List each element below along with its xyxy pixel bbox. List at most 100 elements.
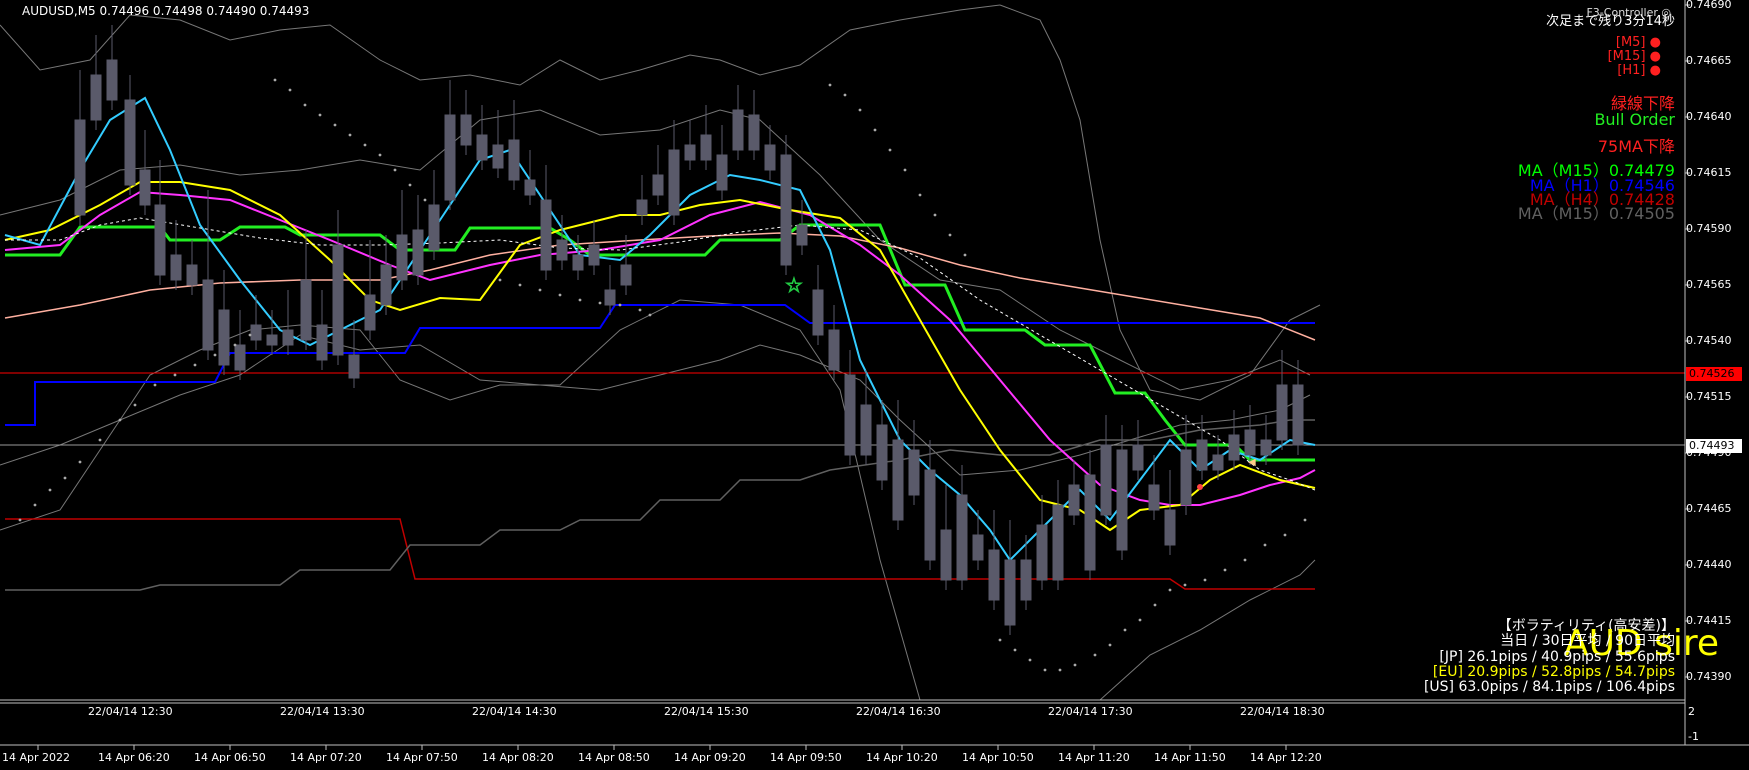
candle-body (170, 254, 182, 281)
signal-dot (1197, 484, 1203, 490)
sar-dot (288, 88, 292, 92)
sar-dot (1093, 653, 1097, 657)
price-axis-label: 0.74690 (1686, 0, 1732, 11)
candle-body (636, 199, 648, 216)
signal-bull-order: Bull Order (1594, 110, 1675, 129)
candle-body (748, 114, 760, 151)
candle-body (1116, 449, 1128, 551)
time-axis-top-label: 22/04/14 16:30 (856, 705, 941, 718)
sar-dot (1263, 543, 1267, 547)
candle-body (412, 229, 424, 276)
sar-dot (638, 308, 642, 312)
sar-dot (558, 293, 562, 297)
sar-dot (423, 198, 427, 202)
candle-body (139, 169, 151, 206)
lower-inner-band (0, 334, 1311, 476)
price-axis-label: 0.74665 (1686, 54, 1732, 67)
candle-body (556, 239, 568, 261)
price-axis-label: 0.74465 (1686, 502, 1732, 515)
candle-body (844, 374, 856, 456)
time-axis-top-label: 22/04/14 14:30 (472, 705, 557, 718)
candle-body (380, 264, 392, 306)
sar-dot (518, 283, 522, 287)
sar-dot (1303, 518, 1307, 522)
level-lines (0, 372, 1685, 446)
sar-dot (538, 288, 542, 292)
sar-dot (98, 438, 102, 442)
candle-body (684, 144, 696, 161)
candle-body (1036, 524, 1048, 581)
sar-dot (133, 403, 137, 407)
candle-body (300, 279, 312, 341)
sar-dot (828, 83, 832, 87)
candle-body (218, 309, 230, 366)
candle-body (956, 494, 968, 581)
candle-body (764, 144, 776, 171)
candle-body (1068, 484, 1080, 516)
candle-body (186, 264, 198, 286)
blue-h1-ma-line (5, 304, 1315, 426)
envelope-bands (0, 4, 1321, 701)
sar-dot (1108, 643, 1112, 647)
sar-dot (1203, 578, 1207, 582)
sar-dot (963, 253, 967, 257)
green-m15-ma-line (5, 223, 1315, 462)
candle-body (332, 244, 344, 356)
sar-dot (378, 153, 382, 157)
timeframe-m5: [M5] ● (1615, 35, 1661, 50)
volatility-header-row: 当日 / 30日平均 / 90日平均 (1500, 633, 1675, 649)
time-axis-top-label: 22/04/14 12:30 (88, 705, 173, 718)
candle-body (700, 134, 712, 161)
signal-icon-h1: ● (1649, 63, 1661, 78)
sar-dot (78, 460, 82, 464)
time-axis-bottom-label: 14 Apr 09:50 (770, 751, 842, 764)
axis-ticks (37, 4, 1690, 750)
candle-body (508, 139, 520, 181)
timeframe-m15: [M15] ● (1607, 49, 1661, 64)
candle-body (106, 59, 118, 101)
candle-body (90, 74, 102, 121)
sar-dot (1028, 658, 1032, 662)
bid-price-tag: 0.74493 (1686, 439, 1742, 453)
candle-body (1244, 429, 1256, 456)
arrow-left-icon: ◀ (1248, 457, 1256, 468)
candle-body (460, 114, 472, 146)
candle-body (396, 234, 408, 281)
time-axis-top-label: 22/04/14 15:30 (664, 705, 749, 718)
sar-dot (63, 476, 67, 480)
sar-dot (1073, 663, 1077, 667)
price-axis-label: 0.74415 (1686, 614, 1732, 627)
time-axis-bottom-label: 14 Apr 09:20 (674, 751, 746, 764)
sar-dot (843, 93, 847, 97)
sar-dot (318, 113, 322, 117)
time-axis-bottom-label: 14 Apr 06:50 (194, 751, 266, 764)
candle-body (492, 144, 504, 169)
candle-body (74, 119, 86, 216)
candle-body (1132, 444, 1144, 471)
time-axis-bottom-label: 14 Apr 11:50 (1154, 751, 1226, 764)
signal-icon-m15: ● (1649, 49, 1661, 64)
candle-body (620, 264, 632, 286)
ma-m15-gray: MA（M15）0.74505 (1517, 204, 1675, 223)
candle-body (1084, 474, 1096, 571)
sar-dot (273, 78, 277, 82)
candle-body (652, 174, 664, 196)
sar-dot (153, 383, 157, 387)
signal-75ma-down: 75MA下降 (1597, 137, 1675, 156)
sar-dot (1243, 558, 1247, 562)
sar-dot (33, 503, 37, 507)
candle-body (796, 224, 808, 246)
candle-body (716, 154, 728, 191)
sar-dot (213, 353, 217, 357)
time-axis-bottom-label: 14 Apr 2022 (2, 751, 71, 764)
signal-icon-m5: ● (1649, 35, 1661, 50)
sar-dot (948, 233, 952, 237)
sar-dot (858, 108, 862, 112)
candle-body (1292, 384, 1304, 446)
candle-body (266, 334, 278, 346)
candle-body (1148, 484, 1160, 511)
sar-dot (1123, 628, 1127, 632)
candle-body (780, 154, 792, 266)
candle-body (282, 329, 294, 346)
price-axis-label: 0.74615 (1686, 166, 1732, 179)
